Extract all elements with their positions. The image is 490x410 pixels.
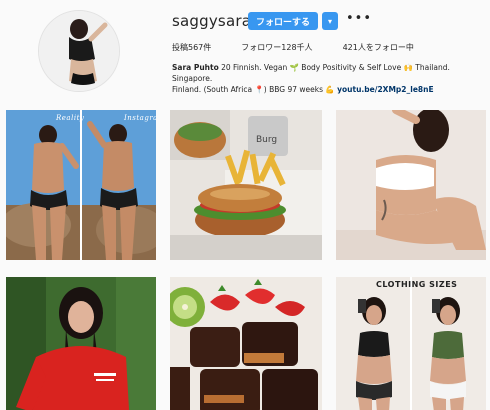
profile-stats: 投稿567件 フォロワー128千人 421人をフォロー中 xyxy=(172,42,444,53)
post-image-2: Burg xyxy=(170,110,322,260)
bio-link[interactable]: youtu.be/2XMp2_le8nE xyxy=(337,85,434,94)
post-tile-5[interactable] xyxy=(170,277,322,410)
post-1-label-right: Instagram xyxy=(124,114,156,122)
post-tile-4[interactable] xyxy=(6,277,156,410)
post-image-1 xyxy=(6,110,156,260)
posts-count: 投稿567件 xyxy=(172,43,212,52)
profile-bio: Sara Puhto 20 Finnish. Vegan 🌱 Body Posi… xyxy=(172,62,482,95)
post-image-4 xyxy=(6,277,156,410)
followers-count[interactable]: フォロワー128千人 xyxy=(241,42,312,53)
post-tile-1[interactable]: Reality Instagram xyxy=(6,110,156,260)
post-tile-6[interactable]: CLOTHING SIZES xyxy=(336,277,486,410)
post-image-3 xyxy=(336,110,486,260)
post-6-label: CLOTHING SIZES xyxy=(376,280,458,289)
svg-text:Burg: Burg xyxy=(256,135,277,145)
profile-avatar[interactable] xyxy=(38,10,120,92)
follow-button[interactable]: フォローする xyxy=(248,12,318,30)
ellipsis-icon[interactable]: ••• xyxy=(346,11,372,26)
post-image-5 xyxy=(170,277,322,410)
post-tile-3[interactable] xyxy=(336,110,486,260)
avatar-photo xyxy=(39,11,119,91)
post-1-label-left: Reality xyxy=(56,114,85,122)
caret-down-icon[interactable]: ▾ xyxy=(322,12,338,30)
following-count[interactable]: 421人をフォロー中 xyxy=(343,42,414,53)
bio-name: Sara Puhto xyxy=(172,63,219,72)
bio-line2: Finland. (South Africa 📍) BBG 97 weeks 💪 xyxy=(172,85,338,94)
profile-username: saggysara xyxy=(172,12,252,30)
post-image-6 xyxy=(336,277,486,410)
post-tile-2[interactable]: Burg xyxy=(170,110,322,260)
